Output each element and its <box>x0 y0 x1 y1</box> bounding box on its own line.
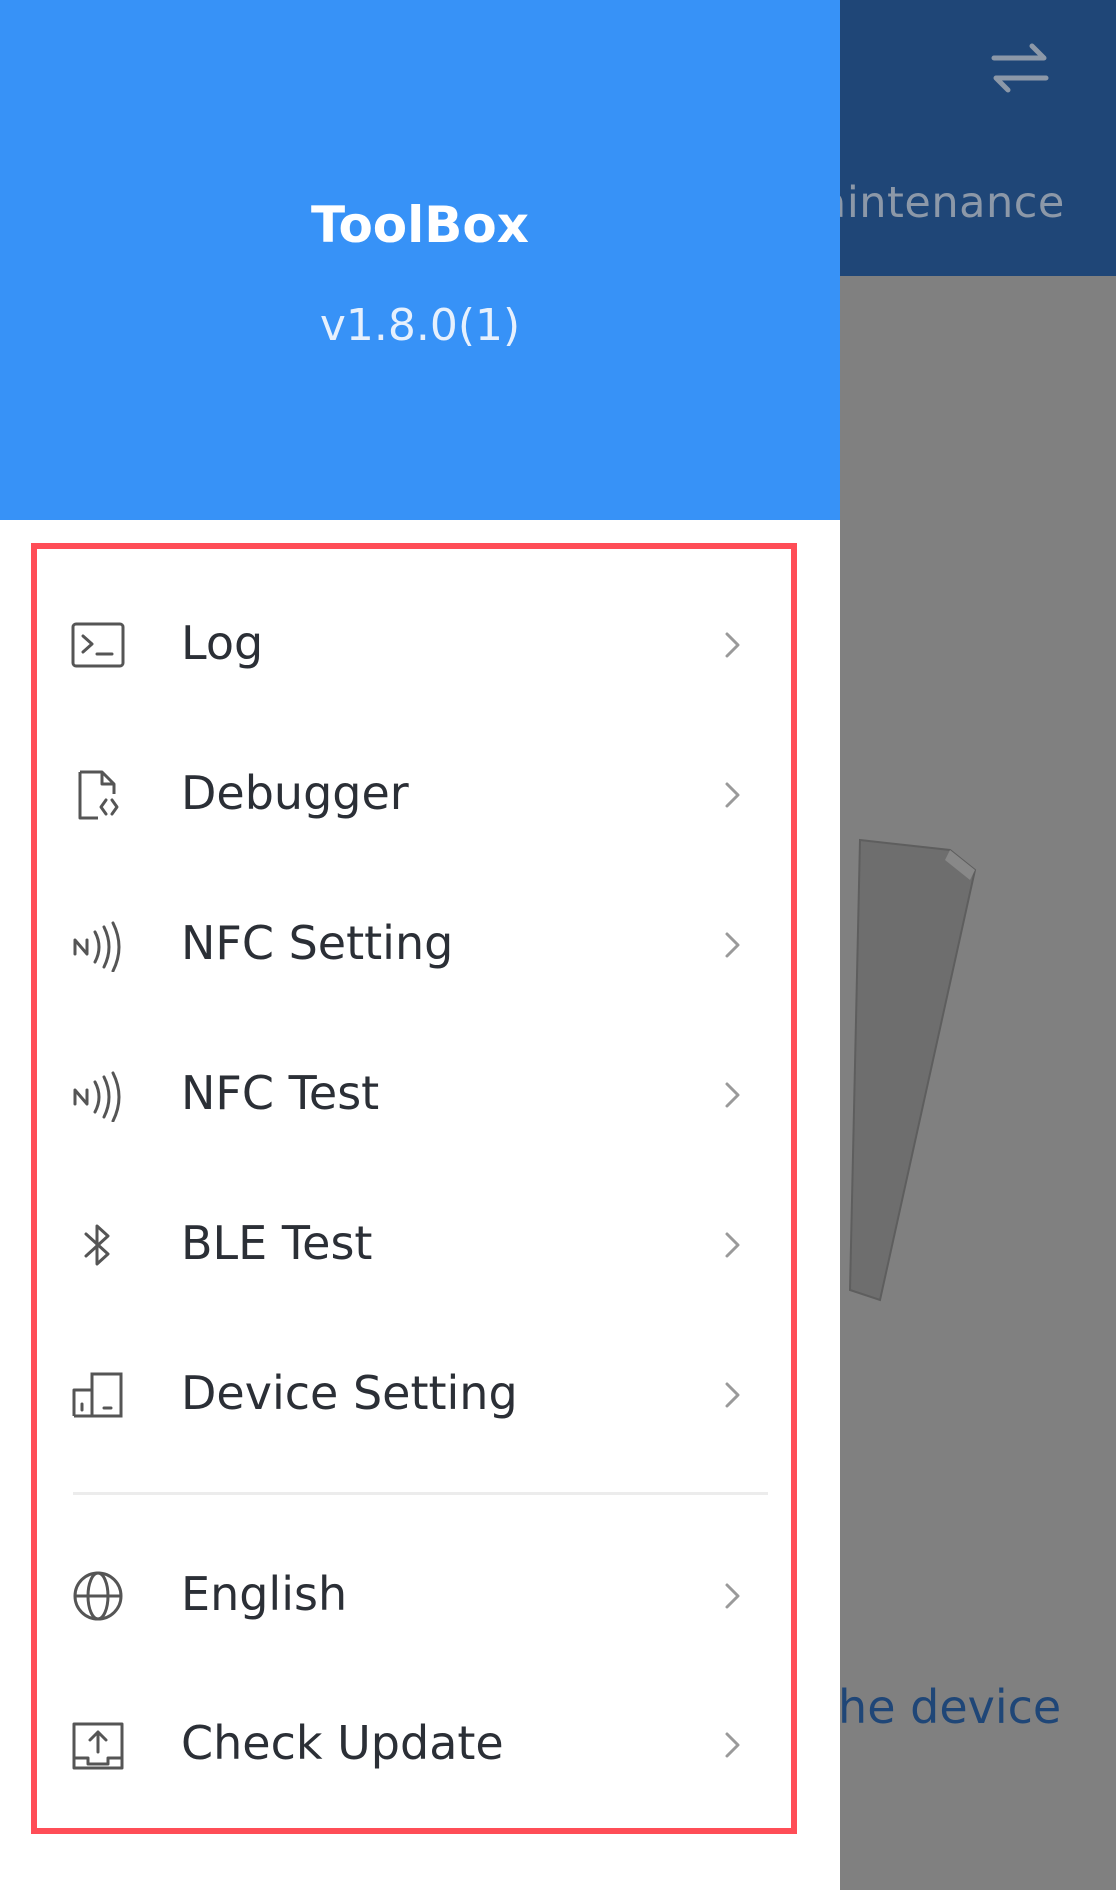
menu-item-language[interactable]: English <box>40 1531 780 1661</box>
chevron-right-icon <box>722 629 744 661</box>
menu-item-label: Log <box>181 616 264 670</box>
swap-arrows-icon <box>988 40 1052 96</box>
nfc-icon <box>70 1068 126 1122</box>
background-link-text: the device <box>820 1680 1062 1734</box>
menu-item-label: English <box>181 1567 348 1621</box>
menu-item-label: Device Setting <box>181 1366 518 1420</box>
chevron-right-icon <box>722 929 744 961</box>
chevron-right-icon <box>722 1379 744 1411</box>
menu-item-log[interactable]: Log <box>40 580 780 710</box>
menu-item-label: BLE Test <box>181 1216 373 1270</box>
chevron-right-icon <box>722 1729 744 1761</box>
menu-divider <box>73 1492 768 1495</box>
menu-item-label: NFC Test <box>181 1066 380 1120</box>
chevron-right-icon <box>722 1079 744 1111</box>
nfc-icon <box>70 918 126 972</box>
background-tab-maintenance: aintenance <box>820 178 1065 228</box>
device-icon <box>70 1368 126 1422</box>
menu-item-nfc-setting[interactable]: NFC Setting <box>40 880 780 1010</box>
menu-item-ble-test[interactable]: BLE Test <box>40 1180 780 1310</box>
menu-item-nfc-test[interactable]: NFC Test <box>40 1030 780 1160</box>
app-title: ToolBox <box>310 196 530 254</box>
bluetooth-icon <box>70 1218 126 1272</box>
navigation-drawer: ToolBox v1.8.0(1) Log Debugger NFC Setti… <box>0 0 840 1890</box>
code-file-icon <box>70 768 126 822</box>
app-version: v1.8.0(1) <box>319 300 521 351</box>
globe-icon <box>70 1569 126 1623</box>
menu-item-label: Debugger <box>181 766 409 820</box>
device-illustration <box>840 820 1000 1320</box>
chevron-right-icon <box>722 779 744 811</box>
chevron-right-icon <box>722 1229 744 1261</box>
menu-item-label: NFC Setting <box>181 916 454 970</box>
terminal-icon <box>70 618 126 672</box>
menu-item-check-update[interactable]: Check Update <box>40 1680 780 1810</box>
drawer-header: ToolBox v1.8.0(1) <box>0 0 840 520</box>
menu-item-label: Check Update <box>181 1716 504 1770</box>
upload-icon <box>70 1718 126 1772</box>
menu-item-debugger[interactable]: Debugger <box>40 730 780 860</box>
chevron-right-icon <box>722 1580 744 1612</box>
menu-item-device-setting[interactable]: Device Setting <box>40 1330 780 1460</box>
